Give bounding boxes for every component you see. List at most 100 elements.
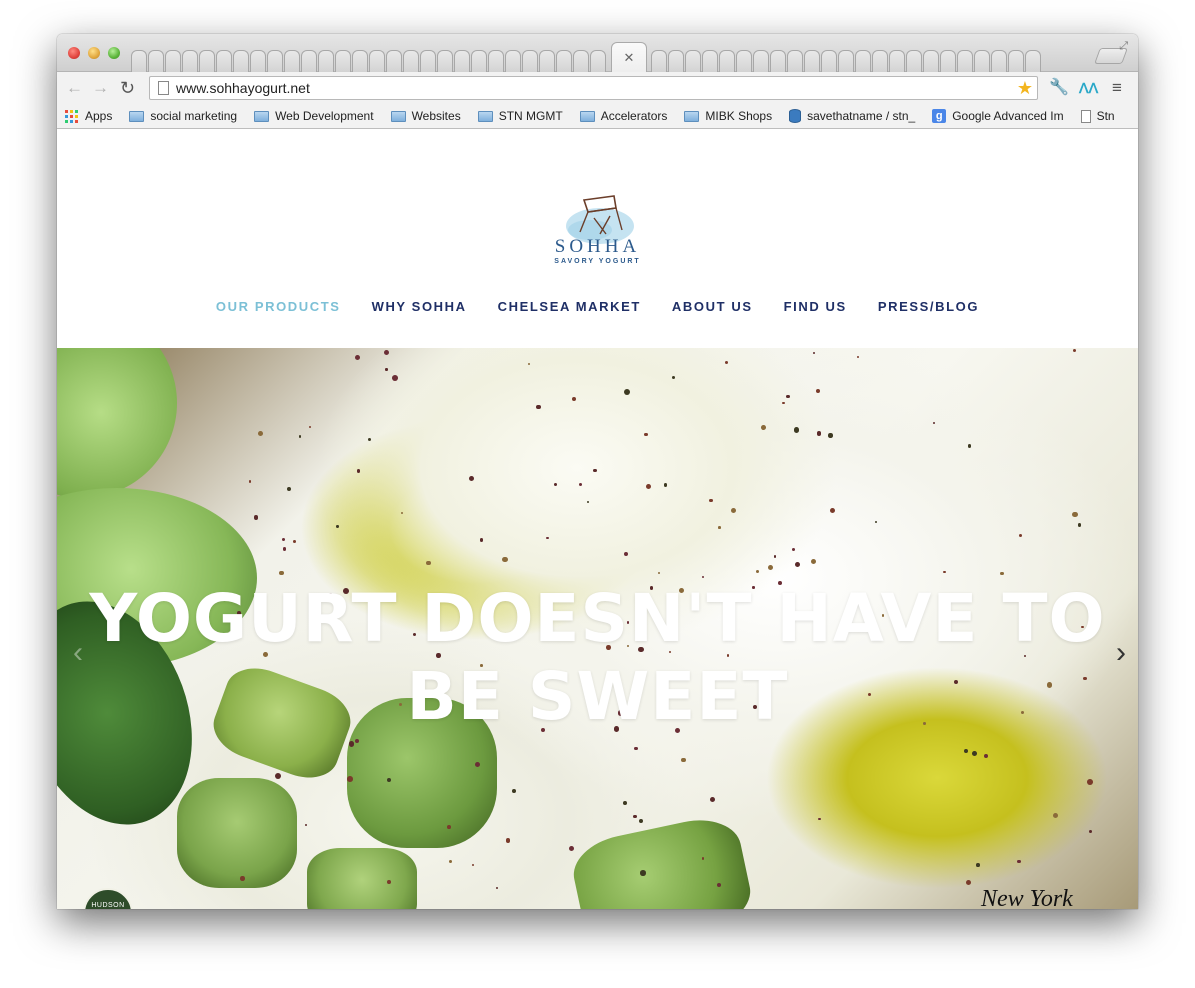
browser-tab[interactable] [284, 50, 300, 72]
browser-tab[interactable] [1008, 50, 1024, 72]
nav-press-blog[interactable]: PRESS/BLOG [878, 299, 979, 314]
browser-tab[interactable] [736, 50, 752, 72]
nav-find-us[interactable]: FIND US [784, 299, 847, 314]
bookmark-apps[interactable]: Apps [65, 109, 112, 123]
bookmark-link[interactable]: g Google Advanced Im [932, 109, 1064, 123]
nav-our-products[interactable]: OUR PRODUCTS [216, 299, 341, 314]
spice-speck [527, 362, 531, 366]
menu-icon[interactable]: ≡ [1112, 78, 1122, 98]
active-tab[interactable]: ✕ [611, 42, 647, 72]
browser-tab[interactable] [471, 50, 487, 72]
hero-slider: YOGURT DOESN'T HAVE TO BE SWEET ‹ › HUDS… [57, 348, 1138, 909]
browser-tab[interactable] [957, 50, 973, 72]
extension-icon[interactable]: ᐱᐱ [1079, 78, 1098, 98]
bookmark-link[interactable]: Stn [1080, 109, 1115, 123]
spice-speck [1018, 534, 1022, 537]
browser-tab[interactable] [787, 50, 803, 72]
browser-tab[interactable] [556, 50, 572, 72]
browser-tab[interactable] [437, 50, 453, 72]
browser-tab[interactable] [651, 50, 667, 72]
spice-speck [828, 433, 833, 438]
browser-tab[interactable] [804, 50, 820, 72]
browser-tab[interactable] [573, 50, 589, 72]
browser-tab[interactable] [267, 50, 283, 72]
browser-tab[interactable] [420, 50, 436, 72]
bookmark-star-icon[interactable]: ★ [1017, 77, 1033, 99]
back-arrow-icon[interactable]: ← [66, 78, 83, 98]
bookmark-folder[interactable]: social marketing [129, 109, 237, 123]
tab-close-icon[interactable]: ✕ [624, 51, 635, 64]
nav-chelsea-market[interactable]: CHELSEA MARKET [498, 299, 641, 314]
browser-tab[interactable] [352, 50, 368, 72]
browser-tab[interactable] [182, 50, 198, 72]
browser-tab[interactable] [522, 50, 538, 72]
browser-tab[interactable] [685, 50, 701, 72]
browser-tab[interactable] [131, 50, 147, 72]
spice-speck [731, 507, 737, 513]
spice-speck [972, 751, 977, 757]
browser-tab[interactable] [889, 50, 905, 72]
spice-speck [281, 537, 286, 542]
spice-speck [1087, 779, 1093, 786]
browser-tab[interactable] [590, 50, 606, 72]
browser-tab[interactable] [403, 50, 419, 72]
browser-tab[interactable] [753, 50, 769, 72]
forward-arrow-icon[interactable]: → [92, 78, 109, 98]
browser-tab[interactable] [539, 50, 555, 72]
browser-tab[interactable] [386, 50, 402, 72]
browser-tab[interactable] [719, 50, 735, 72]
spice-speck [240, 876, 245, 881]
fullscreen-icon[interactable]: ⤢ [1119, 40, 1128, 53]
browser-tab[interactable] [233, 50, 249, 72]
browser-tab[interactable] [318, 50, 334, 72]
slider-next-icon[interactable]: › [1116, 636, 1126, 670]
wrench-icon[interactable]: 🔧 [1049, 78, 1069, 98]
nav-why-sohha[interactable]: WHY SOHHA [372, 299, 467, 314]
browser-tab[interactable] [923, 50, 939, 72]
minimize-window-icon[interactable] [88, 47, 100, 59]
browser-tab[interactable] [199, 50, 215, 72]
browser-tab[interactable] [216, 50, 232, 72]
browser-tab[interactable] [488, 50, 504, 72]
browser-tab[interactable] [335, 50, 351, 72]
spice-speck [767, 564, 773, 570]
close-window-icon[interactable] [68, 47, 80, 59]
reload-icon[interactable]: ↻ [120, 78, 135, 98]
bookmark-folder[interactable]: Websites [390, 109, 461, 123]
browser-tab[interactable] [940, 50, 956, 72]
browser-tab[interactable] [454, 50, 470, 72]
slider-prev-icon[interactable]: ‹ [73, 636, 83, 670]
browser-tab[interactable] [991, 50, 1007, 72]
browser-tab[interactable] [148, 50, 164, 72]
zoom-window-icon[interactable] [108, 47, 120, 59]
browser-tab[interactable] [838, 50, 854, 72]
browser-tab[interactable] [770, 50, 786, 72]
bookmark-folder[interactable]: STN MGMT [477, 109, 563, 123]
browser-tab[interactable] [668, 50, 684, 72]
spice-speck [663, 483, 668, 487]
spice-speck [336, 525, 339, 528]
browser-tab[interactable] [369, 50, 385, 72]
browser-tab[interactable] [250, 50, 266, 72]
browser-tab[interactable] [165, 50, 181, 72]
url-text[interactable]: www.sohhayogurt.net [176, 80, 310, 96]
logo-name[interactable]: SOHHA [57, 236, 1138, 258]
browser-tab[interactable] [505, 50, 521, 72]
browser-tab[interactable] [1025, 50, 1041, 72]
browser-tab[interactable] [821, 50, 837, 72]
bookmark-label: savethatname / stn_ [807, 109, 916, 123]
browser-tab[interactable] [906, 50, 922, 72]
browser-tab[interactable] [702, 50, 718, 72]
spice-speck [755, 569, 759, 573]
browser-tab[interactable] [872, 50, 888, 72]
bookmark-folder[interactable]: Accelerators [579, 109, 667, 123]
bookmark-folder[interactable]: Web Development [254, 109, 374, 123]
address-bar[interactable]: www.sohhayogurt.net ★ [149, 76, 1038, 100]
browser-tab[interactable] [974, 50, 990, 72]
spice-speck [967, 444, 971, 448]
browser-tab[interactable] [855, 50, 871, 72]
bookmark-folder[interactable]: MIBK Shops [684, 109, 772, 123]
bookmark-link[interactable]: savethatname / stn_ [789, 109, 915, 123]
browser-tab[interactable] [301, 50, 317, 72]
nav-about-us[interactable]: ABOUT US [672, 299, 753, 314]
